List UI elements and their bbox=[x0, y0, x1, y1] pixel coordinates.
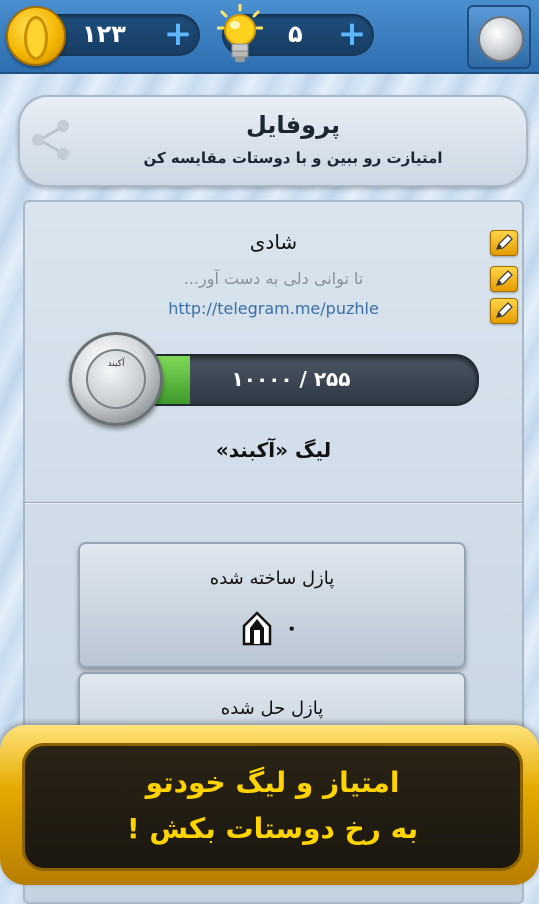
lightbulb-icon bbox=[217, 4, 263, 62]
page-subtitle: امتیازت رو ببین و با دوستات مقایسه کن bbox=[143, 149, 443, 167]
created-puzzles-card[interactable]: پازل ساخته شده ۰ bbox=[78, 542, 466, 668]
page-title: پروفایل bbox=[245, 111, 341, 139]
user-link[interactable]: http://telegram.me/puzhle bbox=[25, 299, 522, 318]
divider bbox=[25, 502, 522, 504]
profile-header: پروفایل امتیازت رو ببین و با دوستات مقای… bbox=[18, 95, 528, 187]
pencil-trophy-icon bbox=[242, 611, 272, 646]
top-bar: ۱۲۳ + ۵ + bbox=[0, 0, 539, 74]
promo-banner-inner: امتیاز و لیگ خودتو به رخ دوستات بکش ! bbox=[22, 743, 523, 871]
created-puzzles-title: پازل ساخته شده bbox=[209, 568, 335, 589]
user-status: تا توانی دلی به دست آور... bbox=[183, 269, 364, 288]
promo-line-1: امتیاز و لیگ خودتو bbox=[145, 766, 400, 799]
medal-face: آکبند bbox=[86, 349, 146, 409]
league-medal-icon: آکبند bbox=[69, 332, 163, 426]
solved-puzzles-title: پازل حل شده bbox=[220, 698, 324, 719]
coin-icon bbox=[6, 6, 66, 66]
hint-count: ۵ bbox=[288, 20, 303, 48]
league-label: لیگ «آکبند» bbox=[215, 438, 332, 462]
medal-label: آکبند bbox=[107, 359, 125, 369]
medal-icon bbox=[478, 16, 524, 62]
share-icon[interactable] bbox=[26, 115, 76, 165]
user-name: شادی bbox=[249, 230, 298, 254]
created-puzzles-value: ۰ bbox=[285, 616, 299, 641]
add-coins-button[interactable]: + bbox=[162, 17, 194, 51]
promo-banner[interactable]: امتیاز و لیگ خودتو به رخ دوستات بکش ! bbox=[0, 725, 539, 885]
coin-count: ۱۲۳ bbox=[82, 20, 126, 48]
profile-avatar-button[interactable] bbox=[467, 5, 531, 69]
promo-line-2: به رخ دوستات بکش ! bbox=[126, 812, 419, 845]
add-hints-button[interactable]: + bbox=[336, 17, 368, 51]
